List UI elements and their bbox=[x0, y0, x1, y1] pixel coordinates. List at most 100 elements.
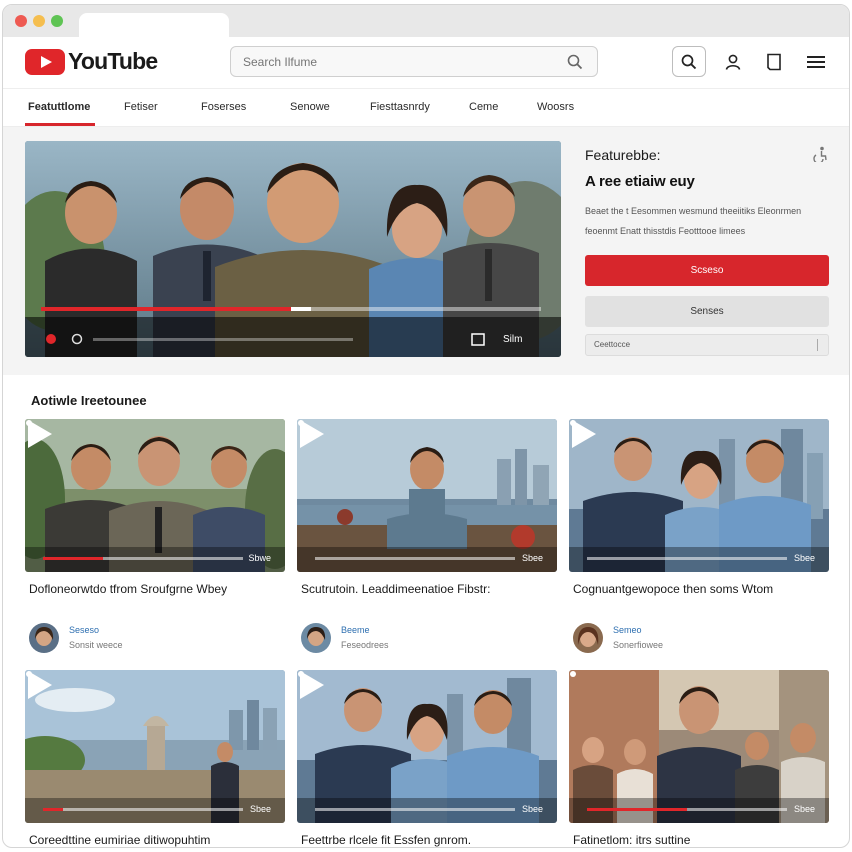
thumbnail-image bbox=[25, 670, 285, 823]
thumbnail-image bbox=[297, 670, 557, 823]
video-thumbnail[interactable]: Sbee bbox=[569, 670, 829, 823]
video-title[interactable]: Cognuantgewopoce then soms Wtom bbox=[573, 581, 823, 598]
scrub-dot-icon bbox=[570, 671, 576, 677]
channel-avatar[interactable] bbox=[301, 623, 331, 653]
select-caret-icon bbox=[817, 339, 818, 351]
video-title[interactable]: Fatinetlom: itrs suttine bbox=[573, 832, 823, 847]
record-dot-icon[interactable] bbox=[45, 333, 57, 345]
search-icon bbox=[681, 54, 697, 69]
video-meta: Sonsit weece bbox=[69, 640, 123, 650]
search-input[interactable] bbox=[243, 53, 553, 71]
site-header: YouTube bbox=[3, 37, 849, 89]
thumbnail-image bbox=[297, 419, 557, 572]
channel-name[interactable]: Seseso bbox=[69, 625, 99, 635]
volume-knob-icon[interactable] bbox=[71, 333, 83, 345]
account-button[interactable] bbox=[716, 46, 750, 77]
hamburger-menu-icon bbox=[807, 55, 825, 68]
thumbnail-progress-fill bbox=[43, 557, 103, 560]
youtube-logo[interactable]: YouTube bbox=[25, 48, 158, 75]
thumbnail-progress-fill bbox=[43, 808, 63, 811]
tab-featured[interactable]: Featuttlome bbox=[28, 101, 90, 113]
video-card[interactable]: Sbwe Dofloneorwtdo tfrom Sroufgrne Wbey … bbox=[25, 419, 285, 653]
secondary-action-button[interactable]: Senses bbox=[585, 296, 829, 327]
tab-5[interactable]: Fiesttasnrdy bbox=[370, 101, 430, 113]
video-duration: Sbwe bbox=[248, 553, 271, 563]
thumbnail-progress-fill bbox=[587, 808, 687, 811]
video-card[interactable]: Sbee Coreedttine eumiriae ditiwopuhtim bbox=[25, 670, 285, 847]
video-title[interactable]: Coreedttine eumiriae ditiwopuhtim bbox=[29, 832, 279, 847]
video-thumbnail[interactable]: Sbee bbox=[569, 419, 829, 572]
thumbnail-image bbox=[569, 670, 829, 823]
thumbnail-progress-bar bbox=[43, 808, 243, 811]
video-card[interactable]: Sbee Cognuantgewopoce then soms Wtom Sem… bbox=[569, 419, 829, 653]
thumbnail-progress-bar bbox=[587, 808, 787, 811]
featured-video-player[interactable]: Silm bbox=[25, 141, 561, 357]
accessibility-icon[interactable] bbox=[813, 146, 827, 162]
user-icon bbox=[725, 54, 741, 70]
featured-info-panel: Featurebbe: A ree etiaiw euy Beaet the t… bbox=[585, 127, 831, 375]
logo-text: YouTube bbox=[68, 48, 158, 74]
thumbnail-progress-bar bbox=[315, 808, 515, 811]
video-progress-played bbox=[41, 307, 291, 311]
scrub-dot-icon bbox=[298, 420, 304, 426]
thumbnail-image bbox=[569, 419, 829, 572]
menu-button[interactable] bbox=[799, 46, 833, 77]
video-title[interactable]: Dofloneorwtdo tfrom Sroufgrne Wbey bbox=[29, 581, 279, 598]
video-title[interactable]: Scutrutoin. Leaddimeenatioe Fibstr: bbox=[301, 581, 551, 598]
featured-eyebrow: Featurebbe: bbox=[585, 147, 661, 163]
tab-6[interactable]: Ceme bbox=[469, 101, 498, 113]
bookmark-icon bbox=[767, 53, 781, 70]
scrub-dot-icon bbox=[298, 671, 304, 677]
volume-slider[interactable] bbox=[93, 338, 353, 341]
search-icon[interactable] bbox=[567, 54, 583, 70]
video-meta: Sonerfiowee bbox=[613, 640, 664, 650]
video-duration: Sbee bbox=[521, 553, 543, 563]
featured-video-frame bbox=[25, 141, 561, 357]
tab-4[interactable]: Senowe bbox=[290, 101, 330, 113]
video-card[interactable]: Sbee Feettrbe rlcele fit Essfen gnrom. bbox=[297, 670, 557, 847]
fullscreen-icon[interactable] bbox=[471, 333, 485, 346]
tab-3[interactable]: Foserses bbox=[201, 101, 246, 113]
video-duration: Sbee bbox=[521, 804, 543, 814]
video-progress-bar[interactable] bbox=[41, 307, 541, 311]
video-thumbnail[interactable]: Sbwe bbox=[25, 419, 285, 572]
scrub-dot-icon bbox=[570, 420, 576, 426]
browser-window: YouTube Featuttlome Fetiser Foserses Sen… bbox=[2, 4, 850, 848]
minimize-window-button[interactable] bbox=[33, 15, 45, 27]
video-duration: Sbee bbox=[793, 804, 815, 814]
thumbnail-progress-bar bbox=[587, 557, 787, 560]
thumbnail-progress-bar bbox=[315, 557, 515, 560]
thumbnail-progress-bar bbox=[43, 557, 243, 560]
library-button[interactable] bbox=[757, 46, 791, 77]
category-nav: Featuttlome Fetiser Foserses Senowe Fies… bbox=[3, 89, 849, 127]
video-thumbnail[interactable]: Sbee bbox=[25, 670, 285, 823]
channel-name[interactable]: Semeo bbox=[613, 625, 642, 635]
close-window-button[interactable] bbox=[15, 15, 27, 27]
channel-avatar[interactable] bbox=[29, 623, 59, 653]
scrub-dot-icon bbox=[26, 420, 32, 426]
video-card[interactable]: Sbee Scutrutoin. Leaddimeenatioe Fibstr:… bbox=[297, 419, 557, 653]
video-thumbnail[interactable]: Sbee bbox=[297, 419, 557, 572]
tab-7[interactable]: Woosrs bbox=[537, 101, 574, 113]
tab-2[interactable]: Fetiser bbox=[124, 101, 158, 113]
options-select[interactable]: Ceettocce bbox=[585, 334, 829, 356]
maximize-window-button[interactable] bbox=[51, 15, 63, 27]
browser-tab[interactable] bbox=[79, 13, 229, 37]
youtube-play-logo-icon bbox=[25, 48, 65, 75]
featured-description: Beaet the t Eesommen wesmund theeiitiks … bbox=[585, 206, 802, 236]
search-button[interactable] bbox=[672, 46, 706, 77]
video-thumbnail[interactable]: Sbee bbox=[297, 670, 557, 823]
thumbnail-image bbox=[25, 419, 285, 572]
video-meta: Feseodrees bbox=[341, 640, 389, 650]
search-box[interactable] bbox=[230, 46, 598, 77]
video-duration: Silm bbox=[503, 334, 523, 345]
scrub-dot-icon bbox=[26, 671, 32, 677]
primary-action-button[interactable]: Scseso bbox=[585, 255, 829, 286]
channel-name[interactable]: Beeme bbox=[341, 625, 370, 635]
video-card[interactable]: Sbee Fatinetlom: itrs suttine bbox=[569, 670, 829, 847]
video-duration: Sbee bbox=[793, 553, 815, 563]
featured-section: Silm Featurebbe: A ree etiaiw euy Beaet … bbox=[3, 127, 849, 375]
video-title[interactable]: Feettrbe rlcele fit Essfen gnrom. bbox=[301, 832, 551, 847]
channel-avatar[interactable] bbox=[573, 623, 603, 653]
section-title: Aotiwle Ireetounee bbox=[31, 393, 147, 408]
